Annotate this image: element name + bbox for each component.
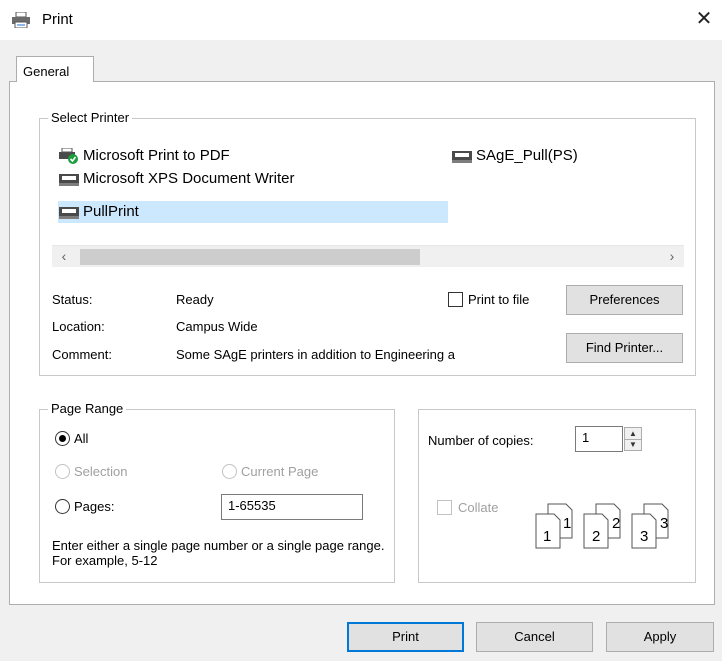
- copies-label: Number of copies:: [428, 433, 534, 448]
- scroll-left-icon[interactable]: ‹: [54, 248, 74, 264]
- all-label[interactable]: All: [74, 431, 88, 446]
- print-button[interactable]: Print: [347, 622, 464, 652]
- printer-item[interactable]: Microsoft Print to PDF: [58, 145, 230, 167]
- printer-list[interactable]: Microsoft Print to PDF Microsoft XPS Doc…: [52, 137, 684, 247]
- printer-item-selected[interactable]: PullPrint: [58, 201, 448, 223]
- collate-label[interactable]: Collate: [458, 500, 498, 515]
- apply-button[interactable]: Apply: [606, 622, 714, 652]
- collate-page-number: 3: [640, 528, 649, 545]
- comment-value: Some SAgE printers in addition to Engine…: [176, 347, 455, 362]
- printer-name: PullPrint: [83, 203, 139, 220]
- scroll-thumb[interactable]: [80, 249, 420, 265]
- title-bar: [0, 0, 722, 40]
- select-printer-legend: Select Printer: [48, 110, 133, 125]
- collate-page-number: 1: [543, 528, 552, 545]
- current-page-label[interactable]: Current Page: [241, 464, 318, 479]
- printer-item[interactable]: Microsoft XPS Document Writer: [58, 168, 294, 190]
- printer-icon: [59, 207, 79, 219]
- status-label: Status:: [52, 292, 93, 307]
- printer-default-icon: [59, 148, 78, 164]
- spin-down-icon[interactable]: ▼: [625, 439, 641, 450]
- printer-icon: [452, 151, 472, 163]
- collate-page-number: 3: [660, 515, 669, 532]
- print-to-file-label[interactable]: Print to file: [468, 292, 529, 307]
- collate-page-number: 2: [592, 528, 601, 545]
- find-printer-button[interactable]: Find Printer...: [566, 333, 683, 363]
- all-radio[interactable]: [55, 431, 70, 446]
- selection-label[interactable]: Selection: [74, 464, 127, 479]
- pages-radio[interactable]: [55, 499, 70, 514]
- current-page-radio[interactable]: [222, 464, 237, 479]
- printer-item[interactable]: SAgE_Pull(PS): [451, 145, 578, 167]
- cancel-button[interactable]: Cancel: [476, 622, 593, 652]
- printer-name: Microsoft XPS Document Writer: [83, 170, 295, 187]
- location-label: Location:: [52, 319, 105, 334]
- pages-input[interactable]: 1-65535: [221, 494, 363, 520]
- collate-page-number: 2: [612, 515, 621, 532]
- page-range-help-text: Enter either a single page number or a s…: [52, 538, 385, 568]
- close-icon[interactable]: ✕: [692, 6, 716, 31]
- selection-radio[interactable]: [55, 464, 70, 479]
- comment-label: Comment:: [52, 347, 112, 362]
- preferences-button[interactable]: Preferences: [566, 285, 683, 315]
- location-value: Campus Wide: [176, 319, 258, 334]
- print-to-file-checkbox[interactable]: [448, 292, 463, 307]
- collate-checkbox[interactable]: [437, 500, 452, 515]
- collate-page-number: 1: [563, 515, 572, 532]
- pages-label[interactable]: Pages:: [74, 499, 114, 514]
- printer-name: Microsoft Print to PDF: [83, 147, 230, 164]
- printer-name: SAgE_Pull(PS): [476, 147, 578, 164]
- copies-stepper[interactable]: ▲ ▼: [624, 427, 642, 451]
- tab-general[interactable]: General: [16, 56, 94, 82]
- scroll-right-icon[interactable]: ›: [662, 248, 682, 264]
- status-value: Ready: [176, 292, 214, 307]
- page-range-legend: Page Range: [48, 401, 127, 416]
- printer-icon: [59, 174, 79, 186]
- window-title: Print: [42, 11, 73, 28]
- copies-input[interactable]: 1: [575, 426, 623, 452]
- printer-list-scrollbar[interactable]: ‹ ›: [52, 245, 684, 267]
- printer-icon: [12, 12, 30, 28]
